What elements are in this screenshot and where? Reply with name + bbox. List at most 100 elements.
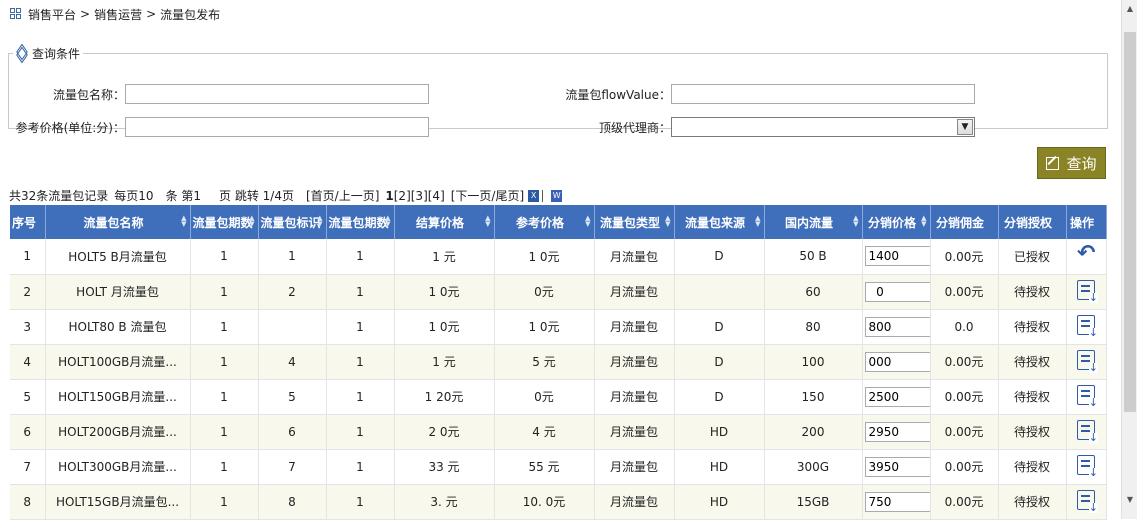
query-button[interactable]: 查询 xyxy=(1037,147,1106,179)
cell-price xyxy=(862,344,931,380)
column-header[interactable]: 流量包期数 ▲ ▼ xyxy=(326,205,395,239)
top-agent-select[interactable]: ▼ xyxy=(671,117,975,137)
sort-icon[interactable]: ▲ ▼ xyxy=(853,215,858,228)
pager-next-last[interactable]: [下一页/尾页] xyxy=(451,187,524,204)
sort-icon[interactable]: ▲ ▼ xyxy=(385,215,390,228)
chevron-down-icon[interactable]: ▼ xyxy=(957,119,973,135)
distribution-price-input[interactable] xyxy=(864,246,929,267)
sort-icon[interactable]: ▲ ▼ xyxy=(755,215,760,228)
cell-name: HOLT 月流量包 xyxy=(45,274,191,310)
table-row: 2HOLT 月流量包1211 0元 0元月流量包600.00元待授权 xyxy=(10,274,1107,310)
column-header[interactable]: 流量包标识 ▲ ▼ xyxy=(258,205,327,239)
cell-type: 月流量包 xyxy=(594,274,675,310)
column-header: 分销佣金 xyxy=(930,205,999,239)
cell-periods: 1 xyxy=(190,484,259,520)
authorize-icon[interactable] xyxy=(1077,385,1098,408)
undo-icon[interactable] xyxy=(1077,241,1095,266)
sort-icon[interactable]: ▲ ▼ xyxy=(921,215,926,228)
cell-name: HOLT200GB月流量... xyxy=(45,414,191,450)
breadcrumb-item-sales-ops[interactable]: 销售运营 xyxy=(94,6,142,23)
sort-icon[interactable]: ▲ ▼ xyxy=(181,215,186,228)
breadcrumb-separator: > xyxy=(146,7,157,21)
distribution-price-input[interactable] xyxy=(864,386,929,407)
divider xyxy=(542,189,544,202)
flow-value-input[interactable] xyxy=(671,84,975,104)
cell-price xyxy=(862,274,931,310)
distribution-price-input[interactable] xyxy=(864,351,929,372)
column-header[interactable]: 参考价格 ▲ ▼ xyxy=(494,205,595,239)
word-export-icon[interactable]: W xyxy=(551,189,563,202)
cell-periods2: 1 xyxy=(326,344,395,380)
cell-no: 3 xyxy=(10,309,46,345)
cell-action xyxy=(1066,309,1107,345)
sort-icon[interactable]: ▲ ▼ xyxy=(317,215,322,228)
column-header: 操作 xyxy=(1066,205,1107,239)
cell-source: HD xyxy=(674,484,765,520)
distribution-price-input[interactable] xyxy=(864,316,929,337)
excel-export-icon[interactable]: X xyxy=(528,189,540,202)
cell-action xyxy=(1066,379,1107,415)
cell-flag: 5 xyxy=(258,379,327,415)
package-name-input[interactable] xyxy=(125,84,429,104)
cell-source: D xyxy=(674,379,765,415)
cell-source: D xyxy=(674,344,765,380)
cell-price xyxy=(862,484,931,520)
pager-page-links[interactable]: [2][3][4] xyxy=(394,189,445,203)
cell-commission: 0.00元 xyxy=(930,274,999,310)
pager-jump[interactable]: 页 跳转 1/4页 xyxy=(219,187,294,204)
cell-settle: 1 0元 xyxy=(394,274,495,310)
cell-domestic: 15GB xyxy=(764,484,863,520)
authorize-icon[interactable] xyxy=(1077,315,1098,338)
column-header[interactable]: 分销价格 ▲ ▼ xyxy=(862,205,931,239)
column-header[interactable]: 流量包期数 ▲ ▼ xyxy=(190,205,259,239)
sort-icon[interactable]: ▲ ▼ xyxy=(249,215,254,228)
cell-auth: 待授权 xyxy=(998,414,1067,450)
distribution-price-input[interactable] xyxy=(864,491,929,512)
authorize-icon[interactable] xyxy=(1077,455,1098,478)
distribution-price-input[interactable] xyxy=(864,456,929,477)
ref-price-input[interactable] xyxy=(125,117,429,137)
breadcrumb-item-sales-platform[interactable]: 销售平台 xyxy=(28,6,76,23)
column-header: 分销授权 xyxy=(998,205,1067,239)
sort-icon[interactable]: ▲ ▼ xyxy=(585,215,590,228)
cell-type: 月流量包 xyxy=(594,449,675,485)
column-header[interactable]: 国内流量 ▲ ▼ xyxy=(764,205,863,239)
cell-action xyxy=(1066,274,1107,310)
cell-auth: 已授权 xyxy=(998,239,1067,275)
column-header: 序号 xyxy=(10,205,46,239)
pager-first-prev[interactable]: [首页/上一页] xyxy=(306,187,379,204)
scroll-down-icon[interactable]: ▼ xyxy=(1122,491,1137,507)
cell-domestic: 100 xyxy=(764,344,863,380)
authorize-icon[interactable] xyxy=(1077,280,1098,303)
authorize-icon[interactable] xyxy=(1077,350,1098,373)
column-header[interactable]: 流量包类型 ▲ ▼ xyxy=(594,205,675,239)
column-header-label: 序号 xyxy=(12,215,37,230)
column-header-label: 分销价格 xyxy=(867,215,916,230)
cell-ref: 0元 xyxy=(494,274,595,310)
cell-type: 月流量包 xyxy=(594,344,675,380)
authorize-icon[interactable] xyxy=(1077,490,1098,513)
column-header[interactable]: 流量包名称 ▲ ▼ xyxy=(45,205,191,239)
distribution-price-input[interactable] xyxy=(864,421,929,442)
column-header[interactable]: 流量包来源 ▲ ▼ xyxy=(674,205,765,239)
vertical-scrollbar[interactable]: ▲ ▼ xyxy=(1121,0,1137,519)
table-row: 3HOLT80 B 流量包111 0元1 0元月流量包 D800.0待授权 xyxy=(10,309,1107,345)
cell-periods2: 1 xyxy=(326,274,395,310)
package-table: 序号 流量包名称 ▲ ▼ 流量包期数 ▲ ▼ 流量包标识 ▲ ▼ 流量包期数 ▲ ▼ 结算价格 ▲ ▼ 参考价格… xyxy=(10,205,1107,520)
authorize-icon[interactable] xyxy=(1077,420,1098,443)
column-header[interactable]: 结算价格 ▲ ▼ xyxy=(394,205,495,239)
pager-per-page[interactable]: 每页10 xyxy=(114,187,153,204)
cell-auth: 待授权 xyxy=(998,274,1067,310)
scroll-up-icon[interactable]: ▲ xyxy=(1122,0,1137,16)
pager-total: 共32条流量包记录 xyxy=(9,189,109,203)
cell-settle: 33 元 xyxy=(394,449,495,485)
scroll-thumb[interactable] xyxy=(1124,32,1136,412)
cell-type: 月流量包 xyxy=(594,239,675,275)
cell-no: 2 xyxy=(10,274,46,310)
sort-icon[interactable]: ▲ ▼ xyxy=(665,215,670,228)
sort-icon[interactable]: ▲ ▼ xyxy=(485,215,490,228)
cell-ref: 4 元 xyxy=(494,414,595,450)
column-header-label: 流量包名称 xyxy=(83,215,144,230)
table-row: 4HOLT100GB月流量...1411 元5 元月流量包 D1000.00元待… xyxy=(10,344,1107,380)
distribution-price-input[interactable] xyxy=(864,281,929,302)
